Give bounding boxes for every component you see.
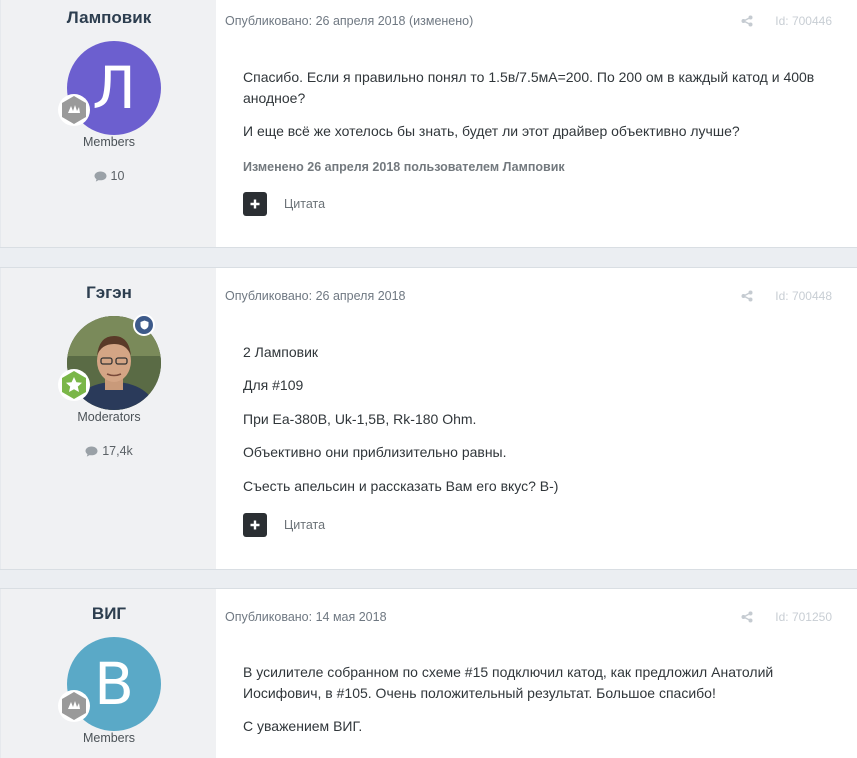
rank-badge-icon	[57, 368, 91, 402]
plus-icon	[250, 199, 260, 209]
post-author-panel: Ламповик Л Members 10	[0, 0, 216, 247]
post-paragraph: В усилителе собранном по схеме #15 подкл…	[243, 664, 774, 701]
post: ВИГ В Members Опубликовано: 14 мая 2018 …	[0, 588, 857, 758]
post-paragraph: При Ea-380В, Uk-1,5В, Rk-180 Ohm.	[243, 411, 477, 427]
post-author-panel: ВИГ В Members	[0, 589, 216, 758]
post-paragraph: И еще всё же хотелось бы знать, будет ли…	[243, 123, 740, 139]
comment-icon	[94, 171, 107, 182]
post: Ламповик Л Members 10 Опубликовано: 26 а…	[0, 0, 857, 248]
comment-icon	[85, 446, 98, 457]
post-count-value: 10	[110, 169, 125, 183]
post-author-panel: Гэгэн Moderators 17,4k	[0, 268, 216, 569]
share-icon[interactable]	[741, 15, 753, 27]
post-paragraph: Спасибо. Если я правильно понял то 1.5в/…	[243, 69, 815, 106]
rank-badge-icon	[57, 93, 91, 127]
post-date[interactable]: Опубликовано: 14 мая 2018	[225, 610, 387, 624]
user-group: Moderators	[77, 410, 141, 424]
avatar-letter: В	[94, 650, 134, 718]
post-content: Опубликовано: 26 апреля 2018 Id: 700448 …	[216, 268, 857, 569]
share-icon[interactable]	[741, 611, 753, 623]
moderator-shield-icon	[133, 314, 155, 336]
post-paragraph: 2 Ламповик	[243, 344, 319, 360]
post-date[interactable]: Опубликовано: 26 апреля 2018	[225, 289, 406, 303]
multiquote-button[interactable]	[243, 513, 267, 537]
share-icon[interactable]	[741, 290, 753, 302]
post-count-value: 17,4k	[102, 444, 133, 458]
user-group: Members	[82, 731, 136, 745]
author-name[interactable]: ВИГ	[1, 604, 217, 624]
post-count: 10	[1, 169, 217, 183]
rank-badge-icon	[57, 689, 91, 723]
post-id: Id: 701250	[775, 610, 832, 624]
post: Гэгэн Moderators 17,4k Опубликовано: 26 …	[0, 267, 857, 570]
post-paragraph: Для #109	[243, 377, 304, 393]
quote-button[interactable]: Цитата	[284, 197, 325, 211]
post-content: Опубликовано: 26 апреля 2018 (изменено) …	[216, 0, 857, 247]
post-paragraph: Съесть апельсин и рассказать Вам его вку…	[243, 478, 559, 494]
avatar-letter: Л	[92, 54, 136, 122]
post-paragraph: Объективно они приблизительно равны.	[243, 444, 507, 460]
plus-icon	[250, 520, 260, 530]
author-name[interactable]: Ламповик	[1, 8, 217, 28]
edited-note: Изменено 26 апреля 2018 пользователем Ла…	[243, 160, 565, 174]
user-group: Members	[82, 135, 136, 149]
multiquote-button[interactable]	[243, 192, 267, 216]
post-date[interactable]: Опубликовано: 26 апреля 2018 (изменено)	[225, 14, 473, 28]
post-count: 17,4k	[1, 444, 217, 458]
post-id: Id: 700448	[775, 289, 832, 303]
quote-button[interactable]: Цитата	[284, 518, 325, 532]
post-paragraph: С уважением ВИГ.	[243, 718, 363, 734]
post-id: Id: 700446	[775, 14, 832, 28]
author-name[interactable]: Гэгэн	[1, 283, 217, 303]
post-content: Опубликовано: 14 мая 2018 Id: 701250 В у…	[216, 589, 857, 758]
